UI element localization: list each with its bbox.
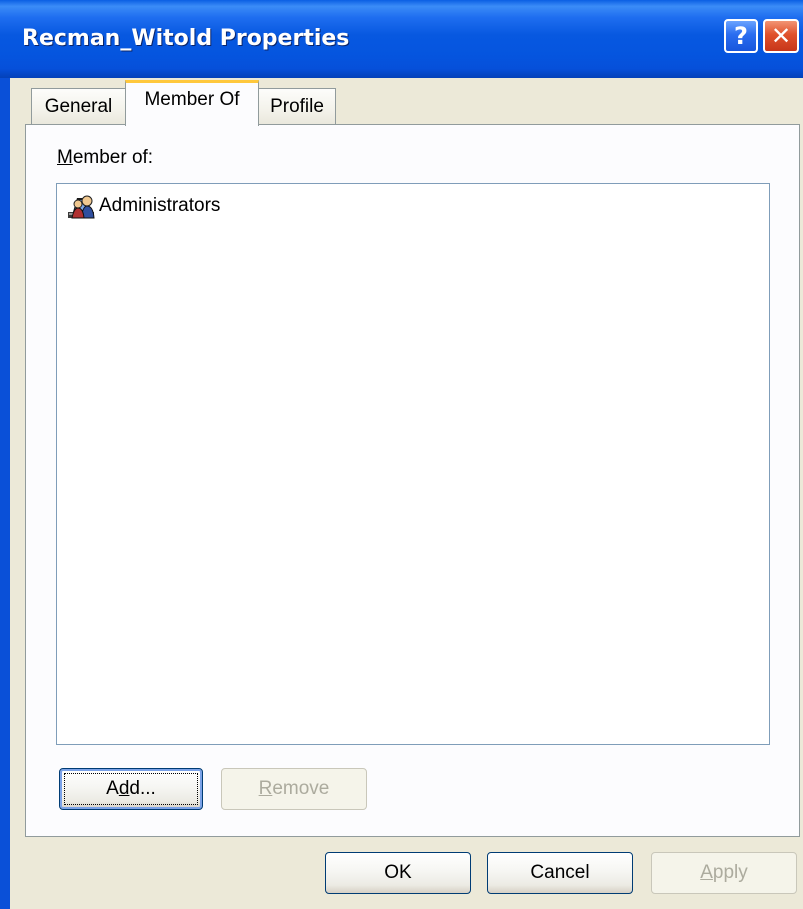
- dialog-client-area: General Member Of Profile Member of: Adm…: [10, 78, 803, 909]
- close-icon: ✕: [770, 22, 792, 50]
- remove-button[interactable]: Remove: [221, 768, 367, 810]
- list-item-label: Administrators: [99, 195, 221, 216]
- remove-button-label: Remove: [258, 778, 330, 799]
- member-of-list[interactable]: Administrators: [56, 183, 770, 745]
- add-button[interactable]: Add...: [59, 768, 203, 810]
- window-title: Recman_Witold Properties: [22, 26, 350, 51]
- tab-member-of-label: Member Of: [144, 89, 240, 110]
- cancel-button[interactable]: Cancel: [487, 852, 633, 894]
- help-button[interactable]: ?: [724, 19, 758, 53]
- list-item-administrators[interactable]: Administrators: [67, 192, 220, 220]
- close-button[interactable]: ✕: [763, 19, 799, 53]
- apply-button[interactable]: Apply: [651, 852, 797, 894]
- member-of-tab-page: Member of: Administrators Add... Remove: [25, 124, 800, 837]
- member-of-label: Member of:: [57, 147, 153, 169]
- tab-profile[interactable]: Profile: [258, 88, 336, 125]
- ok-button[interactable]: OK: [325, 852, 471, 894]
- properties-window: Recman_Witold Properties ? ✕ General Mem…: [0, 0, 803, 909]
- tab-general-label: General: [44, 96, 113, 117]
- apply-button-label: Apply: [700, 862, 748, 883]
- member-of-label-mnemonic: M: [57, 147, 73, 168]
- cancel-button-label: Cancel: [530, 862, 590, 883]
- tab-member-of[interactable]: Member Of: [125, 80, 259, 126]
- add-button-label: Add...: [106, 778, 156, 799]
- tab-profile-label: Profile: [270, 96, 324, 117]
- help-icon: ?: [734, 22, 748, 50]
- ok-button-label: OK: [384, 862, 412, 883]
- title-bar[interactable]: Recman_Witold Properties ? ✕: [0, 0, 803, 78]
- tab-general[interactable]: General: [31, 88, 126, 125]
- group-icon: [68, 195, 95, 219]
- member-of-label-text: ember of:: [72, 147, 154, 168]
